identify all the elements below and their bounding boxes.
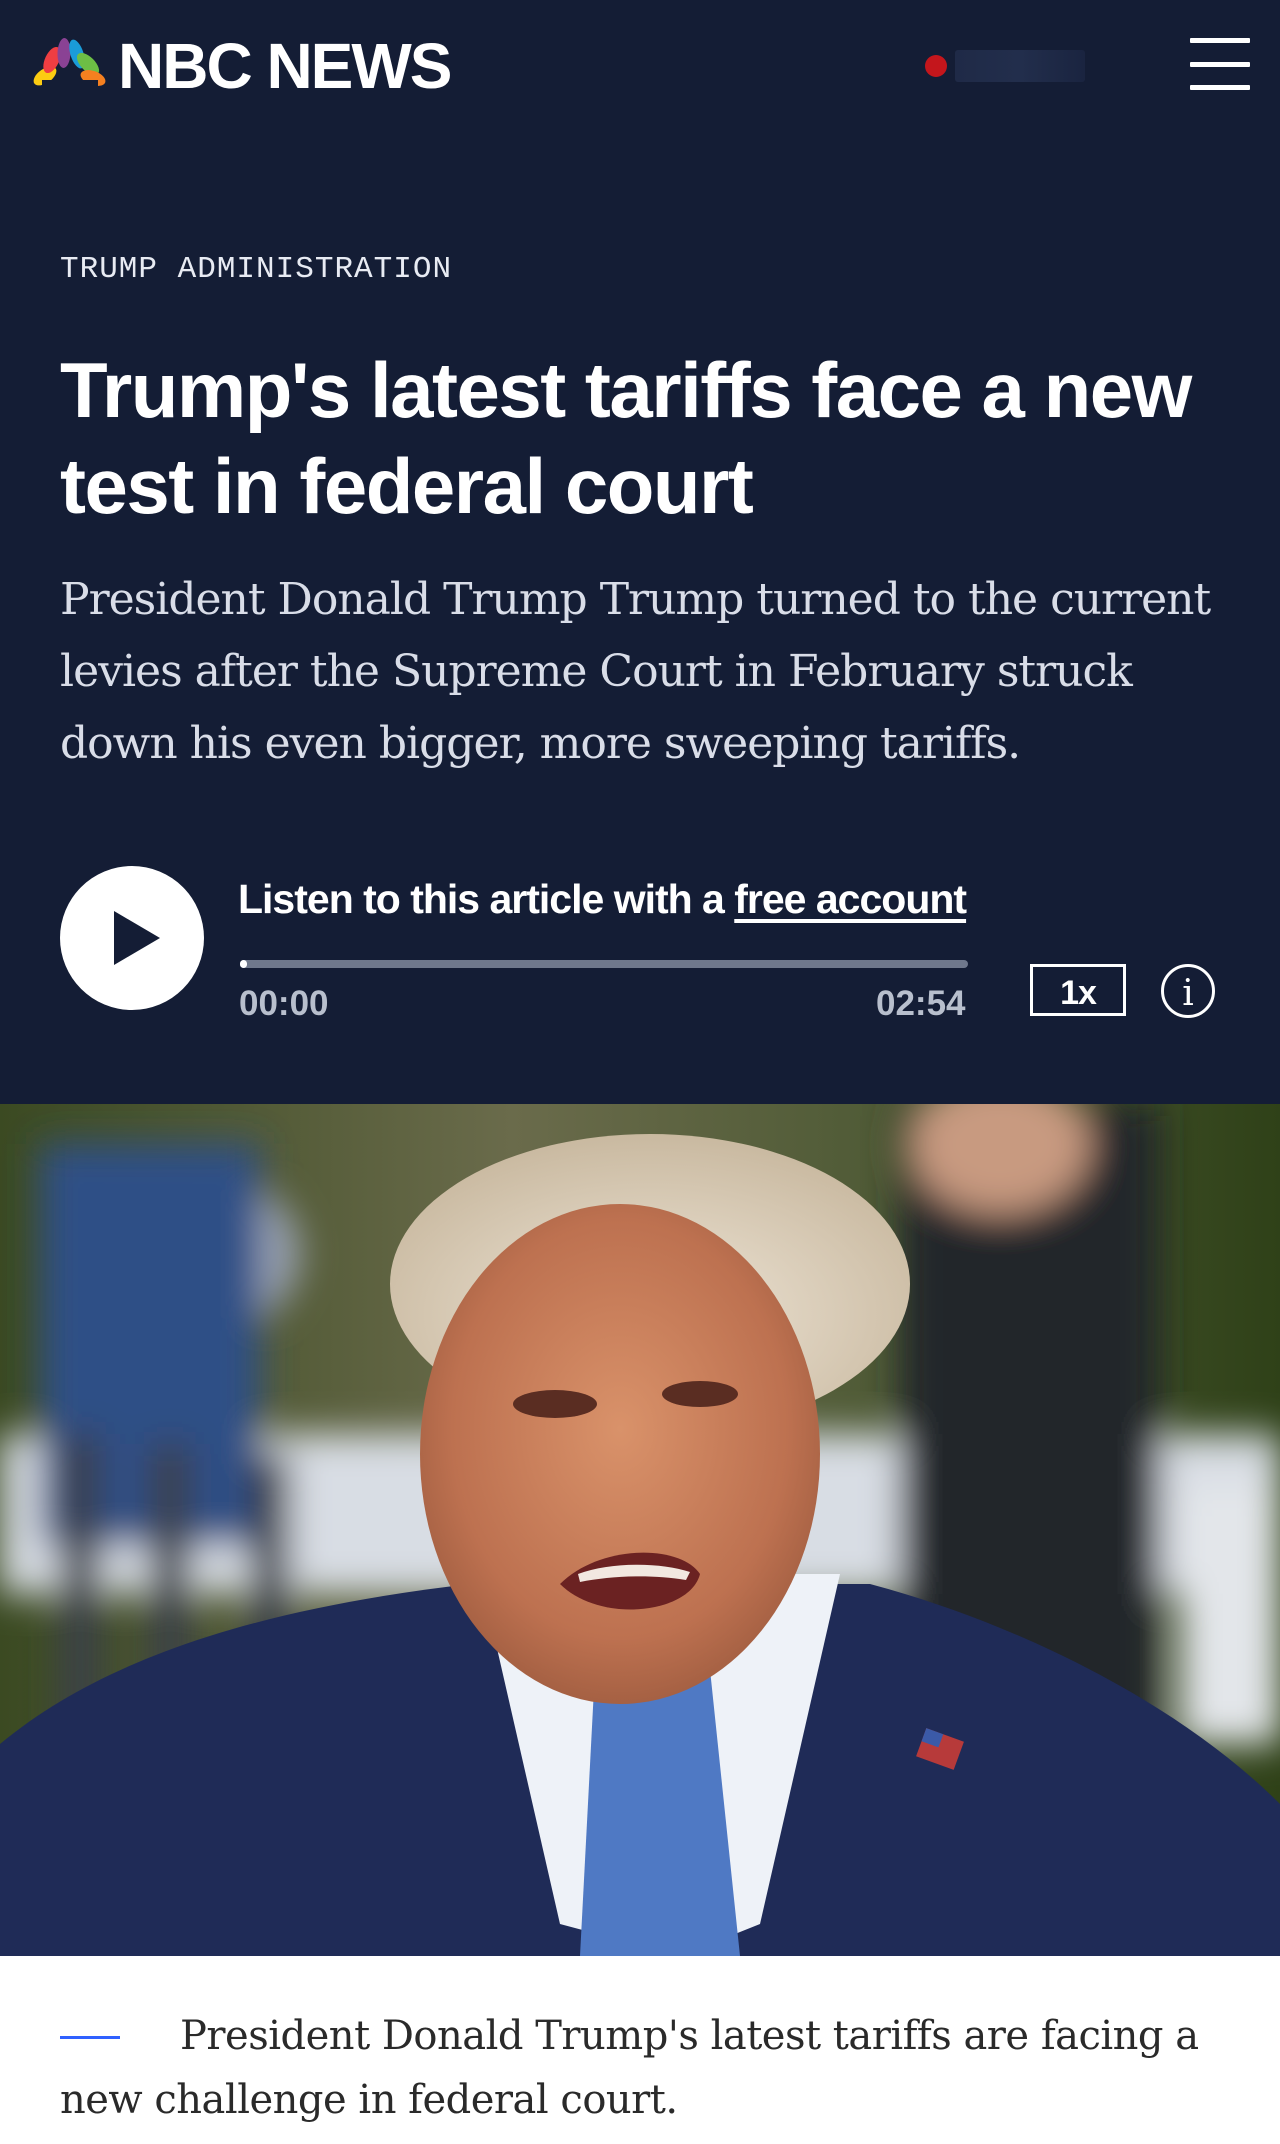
- peacock-icon: [28, 36, 110, 97]
- playback-speed-button[interactable]: 1x: [1030, 964, 1126, 1016]
- live-indicator[interactable]: [925, 50, 1085, 82]
- article-headline: Trump's latest tariffs face a new test i…: [60, 346, 1192, 530]
- live-stream-label: [955, 50, 1085, 82]
- play-button[interactable]: [60, 866, 204, 1010]
- hamburger-menu-icon[interactable]: [1190, 38, 1250, 90]
- free-account-link[interactable]: free account: [734, 876, 967, 922]
- section-label[interactable]: TRUMP ADMINISTRATION: [60, 252, 452, 287]
- photo-caption: President Donald Trump's latest tariffs …: [60, 2013, 1199, 2123]
- play-icon: [114, 911, 160, 965]
- listen-prompt: Listen to this article with a free accou…: [238, 876, 967, 923]
- nbc-news-logo[interactable]: NBC NEWS: [28, 30, 452, 102]
- audio-progress-fill: [240, 960, 248, 968]
- info-icon[interactable]: i: [1161, 964, 1215, 1018]
- listen-prefix: Listen to this article with a: [238, 876, 735, 922]
- live-dot-icon: [925, 55, 947, 77]
- article-hero: TRUMP ADMINISTRATION Trump's latest tari…: [0, 152, 1280, 1104]
- site-header: NBC NEWS: [0, 0, 1280, 154]
- audio-duration: 02:54: [876, 984, 966, 1023]
- logo-text: NBC NEWS: [118, 30, 452, 102]
- article-dek: President Donald Trump Trump turned to t…: [60, 574, 1211, 769]
- audio-progress-bar[interactable]: [240, 960, 968, 968]
- article-photo: [0, 1104, 1280, 1956]
- audio-current-time: 00:00: [239, 984, 329, 1023]
